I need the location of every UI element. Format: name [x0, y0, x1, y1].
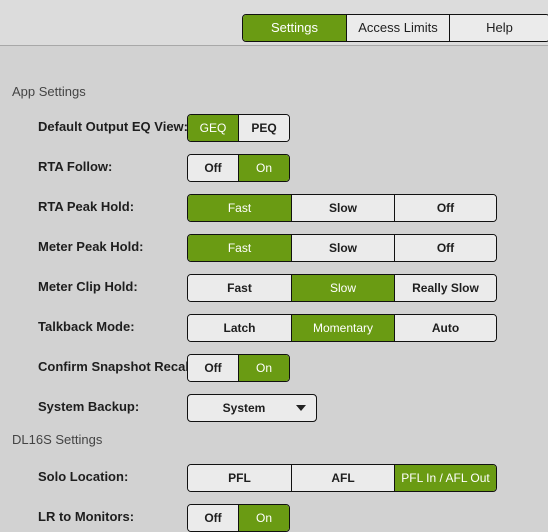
meter-clip-hold-label: Meter Clip Hold:: [38, 279, 138, 294]
option-off[interactable]: Off: [394, 195, 496, 221]
option-fast[interactable]: Fast: [188, 235, 291, 261]
option-peq[interactable]: PEQ: [238, 115, 289, 141]
tab-access-limits[interactable]: Access Limits: [346, 15, 449, 41]
option-off[interactable]: Off: [188, 155, 238, 181]
option-afl[interactable]: AFL: [291, 465, 394, 491]
tab-settings[interactable]: Settings: [243, 15, 346, 41]
section-dl16s-settings: DL16S Settings: [12, 432, 103, 447]
confirm-snapshot-recall-label: Confirm Snapshot Recall:: [38, 359, 197, 374]
option-off[interactable]: Off: [188, 505, 238, 531]
option-momentary[interactable]: Momentary: [291, 315, 394, 341]
default-output-eq-view-toggle: GEQ PEQ: [187, 114, 290, 142]
option-really-slow[interactable]: Really Slow: [394, 275, 496, 301]
lr-to-monitors-toggle: Off On: [187, 504, 290, 532]
option-off[interactable]: Off: [188, 355, 238, 381]
option-slow[interactable]: Slow: [291, 275, 394, 301]
solo-location-label: Solo Location:: [38, 469, 129, 484]
system-backup-value: System: [222, 401, 266, 415]
tab-bar: Settings Access Limits Help: [242, 14, 548, 42]
option-latch[interactable]: Latch: [188, 315, 291, 341]
meter-peak-hold-selector: Fast Slow Off: [187, 234, 497, 262]
option-on[interactable]: On: [238, 505, 289, 531]
option-slow[interactable]: Slow: [291, 235, 394, 261]
option-slow[interactable]: Slow: [291, 195, 394, 221]
meter-peak-hold-label: Meter Peak Hold:: [38, 239, 144, 254]
option-pfl[interactable]: PFL: [188, 465, 291, 491]
rta-peak-hold-label: RTA Peak Hold:: [38, 199, 135, 214]
option-off[interactable]: Off: [394, 235, 496, 261]
option-on[interactable]: On: [238, 355, 289, 381]
tab-help[interactable]: Help: [449, 15, 548, 41]
option-geq[interactable]: GEQ: [188, 115, 238, 141]
section-app-settings: App Settings: [12, 84, 86, 99]
meter-clip-hold-selector: Fast Slow Really Slow: [187, 274, 497, 302]
confirm-snapshot-recall-toggle: Off On: [187, 354, 290, 382]
lr-to-monitors-label: LR to Monitors:: [38, 509, 135, 524]
talkback-mode-label: Talkback Mode:: [38, 319, 135, 334]
chevron-down-icon: [296, 405, 306, 411]
system-backup-dropdown[interactable]: System: [187, 394, 317, 422]
rta-follow-toggle: Off On: [187, 154, 290, 182]
rta-follow-label: RTA Follow:: [38, 159, 113, 174]
solo-location-selector: PFL AFL PFL In / AFL Out: [187, 464, 497, 492]
option-fast[interactable]: Fast: [188, 195, 291, 221]
default-output-eq-view-label: Default Output EQ View:: [38, 119, 188, 134]
option-fast[interactable]: Fast: [188, 275, 291, 301]
top-bar: Settings Access Limits Help: [0, 0, 548, 46]
rta-peak-hold-selector: Fast Slow Off: [187, 194, 497, 222]
talkback-mode-selector: Latch Momentary Auto: [187, 314, 497, 342]
option-pfl-in-afl-out[interactable]: PFL In / AFL Out: [394, 465, 496, 491]
option-auto[interactable]: Auto: [394, 315, 496, 341]
system-backup-label: System Backup:: [38, 399, 140, 414]
option-on[interactable]: On: [238, 155, 289, 181]
